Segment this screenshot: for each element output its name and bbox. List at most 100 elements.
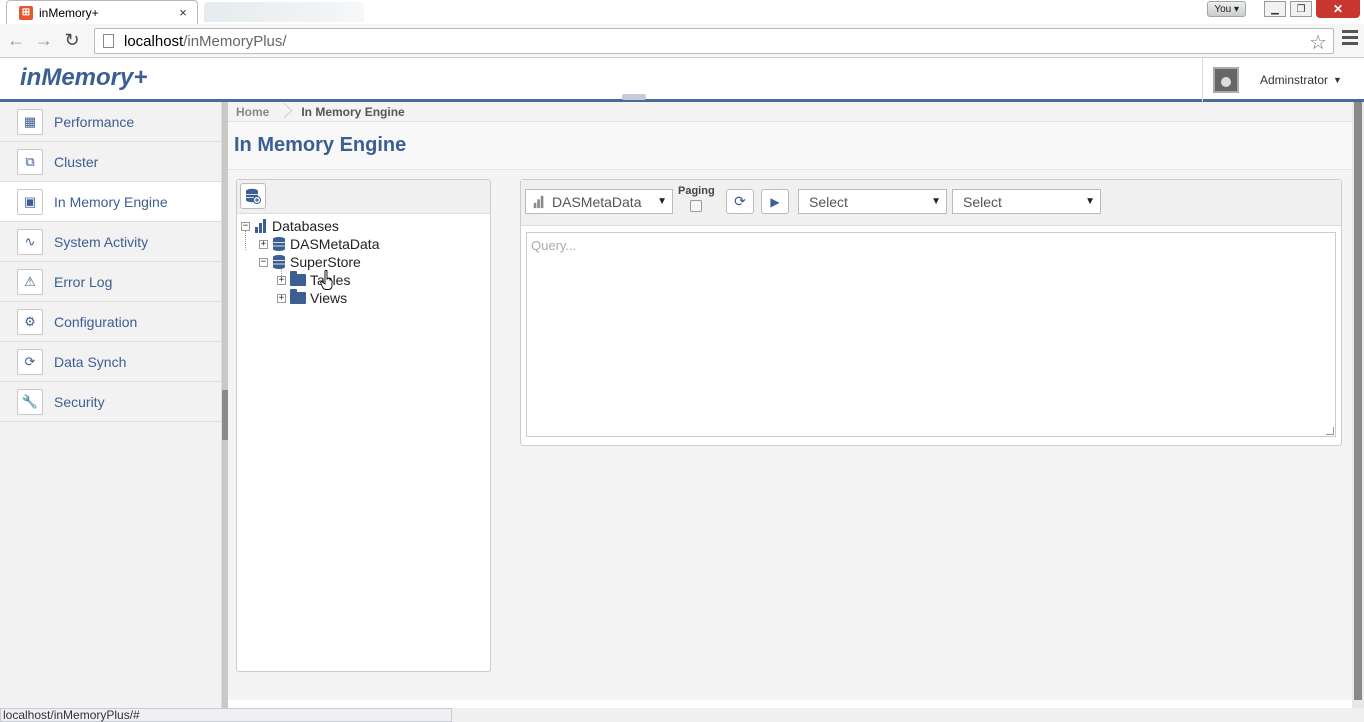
- paging-label: Paging: [678, 185, 715, 197]
- resize-grip-icon[interactable]: [1326, 427, 1334, 435]
- sidebar-item-cluster[interactable]: ⧉ Cluster: [0, 142, 221, 182]
- tree-node-tables[interactable]: + Tables: [241, 271, 486, 289]
- forward-icon[interactable]: →: [30, 30, 58, 51]
- tree-node-dasmetadata[interactable]: + DASMetaData: [241, 235, 486, 253]
- tree-node-superstore[interactable]: − SuperStore: [241, 253, 486, 271]
- sidebar-item-configuration[interactable]: ⚙ Configuration: [0, 302, 221, 342]
- expand-icon[interactable]: +: [259, 239, 268, 249]
- app-favicon-icon: ⊞: [19, 5, 33, 20]
- tree-node-label: Views: [310, 290, 348, 306]
- query-placeholder: Query...: [531, 238, 577, 253]
- address-bar[interactable]: localhost/inMemoryPlus/ ☆: [94, 28, 1334, 54]
- breadcrumb-separator-icon: [279, 102, 289, 122]
- url-host: localhost: [124, 32, 184, 50]
- cluster-icon: ⧉: [17, 148, 43, 175]
- tree-node-label: DASMetaData: [290, 236, 380, 252]
- sidebar-item-label: Security: [54, 393, 105, 410]
- sidebar-item-label: Configuration: [54, 313, 138, 330]
- collapse-icon[interactable]: −: [259, 257, 268, 267]
- tree-toolbar: [237, 180, 490, 214]
- page-icon: [103, 34, 114, 48]
- paging-toggle: Paging: [678, 185, 715, 212]
- minimize-icon[interactable]: ▁: [1264, 1, 1286, 17]
- tab-close-icon[interactable]: ×: [175, 5, 191, 20]
- server-icon: [255, 219, 266, 233]
- database-icon: [273, 237, 285, 251]
- key-icon: 🔧: [17, 388, 43, 415]
- sidebar-item-label: In Memory Engine: [54, 193, 168, 210]
- sidebar-item-error-log[interactable]: ⚠ Error Log: [0, 262, 221, 302]
- sidebar-item-label: Error Log: [54, 273, 113, 290]
- browser-tab-bar: ⊞ inMemory+ × You ▾ ▁ ❐ ✕: [0, 0, 1364, 24]
- sidebar-item-data-synch[interactable]: ⟳ Data Synch: [0, 342, 221, 382]
- folder-icon: [290, 289, 306, 304]
- sidebar-item-in-memory-engine[interactable]: ▣ In Memory Engine: [0, 182, 221, 222]
- sidebar-item-label: System Activity: [54, 233, 149, 250]
- app-logo[interactable]: inMemory+: [20, 64, 147, 92]
- sidebar-item-security[interactable]: 🔧 Security: [0, 382, 221, 422]
- tree-node-views[interactable]: + Views: [241, 289, 486, 307]
- tree-node-label: Databases: [272, 218, 339, 234]
- sidebar-item-system-activity[interactable]: ∿ System Activity: [0, 222, 221, 262]
- select-dropdown-2[interactable]: Select ▼: [952, 189, 1101, 214]
- select-value: Select: [809, 193, 848, 210]
- activity-icon: ∿: [17, 228, 43, 255]
- tab-title: inMemory+: [39, 5, 99, 20]
- browser-tab[interactable]: ⊞ inMemory+ ×: [6, 0, 198, 24]
- database-tree-panel: − Databases + DASMetaData − SuperStore +…: [236, 179, 491, 672]
- bottom-strip: [452, 708, 1364, 722]
- select-value: Select: [963, 193, 1002, 210]
- profile-button[interactable]: You ▾: [1207, 1, 1246, 17]
- query-panel: DASMetaData ▼ Paging ⟳ ▶ Select ▼ Select…: [520, 179, 1342, 446]
- user-name: Adminstrator: [1260, 73, 1329, 87]
- expand-icon[interactable]: +: [277, 275, 286, 285]
- browser-status-bar: localhost/inMemoryPlus/#: [0, 708, 452, 722]
- paging-checkbox[interactable]: [690, 200, 703, 212]
- refresh-icon: ⟳: [734, 193, 746, 209]
- url-path: /inMemoryPlus/: [183, 32, 287, 50]
- database-add-icon: [246, 188, 261, 204]
- browser-menu-icon[interactable]: [1342, 30, 1358, 48]
- performance-icon: ▦: [17, 108, 43, 135]
- dropdown-arrow-icon: ▼: [1085, 196, 1095, 207]
- select-dropdown-1[interactable]: Select ▼: [798, 189, 947, 214]
- database-select[interactable]: DASMetaData ▼: [525, 189, 673, 214]
- window-close-icon[interactable]: ✕: [1316, 0, 1360, 18]
- add-database-button[interactable]: [240, 183, 266, 209]
- browser-tab-inactive[interactable]: [204, 2, 364, 22]
- breadcrumb-home[interactable]: Home: [236, 105, 269, 119]
- server-icon: [533, 195, 544, 208]
- query-textarea[interactable]: Query...: [526, 232, 1336, 437]
- reload-icon[interactable]: ↻: [58, 30, 86, 51]
- caret-down-icon: ▼: [1333, 75, 1342, 85]
- run-query-button[interactable]: ▶: [761, 189, 789, 214]
- restore-icon[interactable]: ❐: [1290, 1, 1312, 17]
- bookmark-star-icon[interactable]: ☆: [1309, 30, 1327, 55]
- collapse-icon[interactable]: −: [241, 221, 250, 231]
- user-menu[interactable]: Adminstrator ▼: [1202, 58, 1364, 102]
- window-controls: You ▾ ▁ ❐ ✕: [1207, 0, 1360, 18]
- engine-icon: ▣: [17, 188, 43, 215]
- database-select-value: DASMetaData: [552, 193, 642, 210]
- sidebar-item-label: Data Synch: [54, 353, 127, 370]
- page-title: In Memory Engine: [228, 122, 1352, 170]
- dropdown-arrow-icon: ▼: [657, 196, 667, 207]
- page-scrollbar-thumb[interactable]: [1354, 102, 1362, 700]
- back-icon[interactable]: ←: [2, 30, 30, 51]
- refresh-button[interactable]: ⟳: [726, 189, 754, 214]
- warning-icon: ⚠: [17, 268, 43, 295]
- breadcrumb-current: In Memory Engine: [301, 104, 405, 119]
- play-icon: ▶: [770, 194, 780, 209]
- expand-icon[interactable]: +: [277, 293, 286, 303]
- sidebar-item-performance[interactable]: ▦ Performance: [0, 102, 221, 142]
- dropdown-arrow-icon: ▼: [931, 196, 941, 207]
- database-icon: [273, 255, 285, 269]
- breadcrumb: Home In Memory Engine: [228, 102, 1352, 122]
- folder-icon: [290, 271, 306, 286]
- sidebar-item-label: Cluster: [54, 153, 99, 170]
- tree-node-databases[interactable]: − Databases: [241, 217, 486, 235]
- main-content: Home In Memory Engine In Memory Engine −…: [228, 102, 1352, 700]
- database-tree: − Databases + DASMetaData − SuperStore +…: [237, 214, 490, 309]
- header-drag-handle[interactable]: [622, 94, 646, 100]
- gear-icon: ⚙: [17, 308, 43, 335]
